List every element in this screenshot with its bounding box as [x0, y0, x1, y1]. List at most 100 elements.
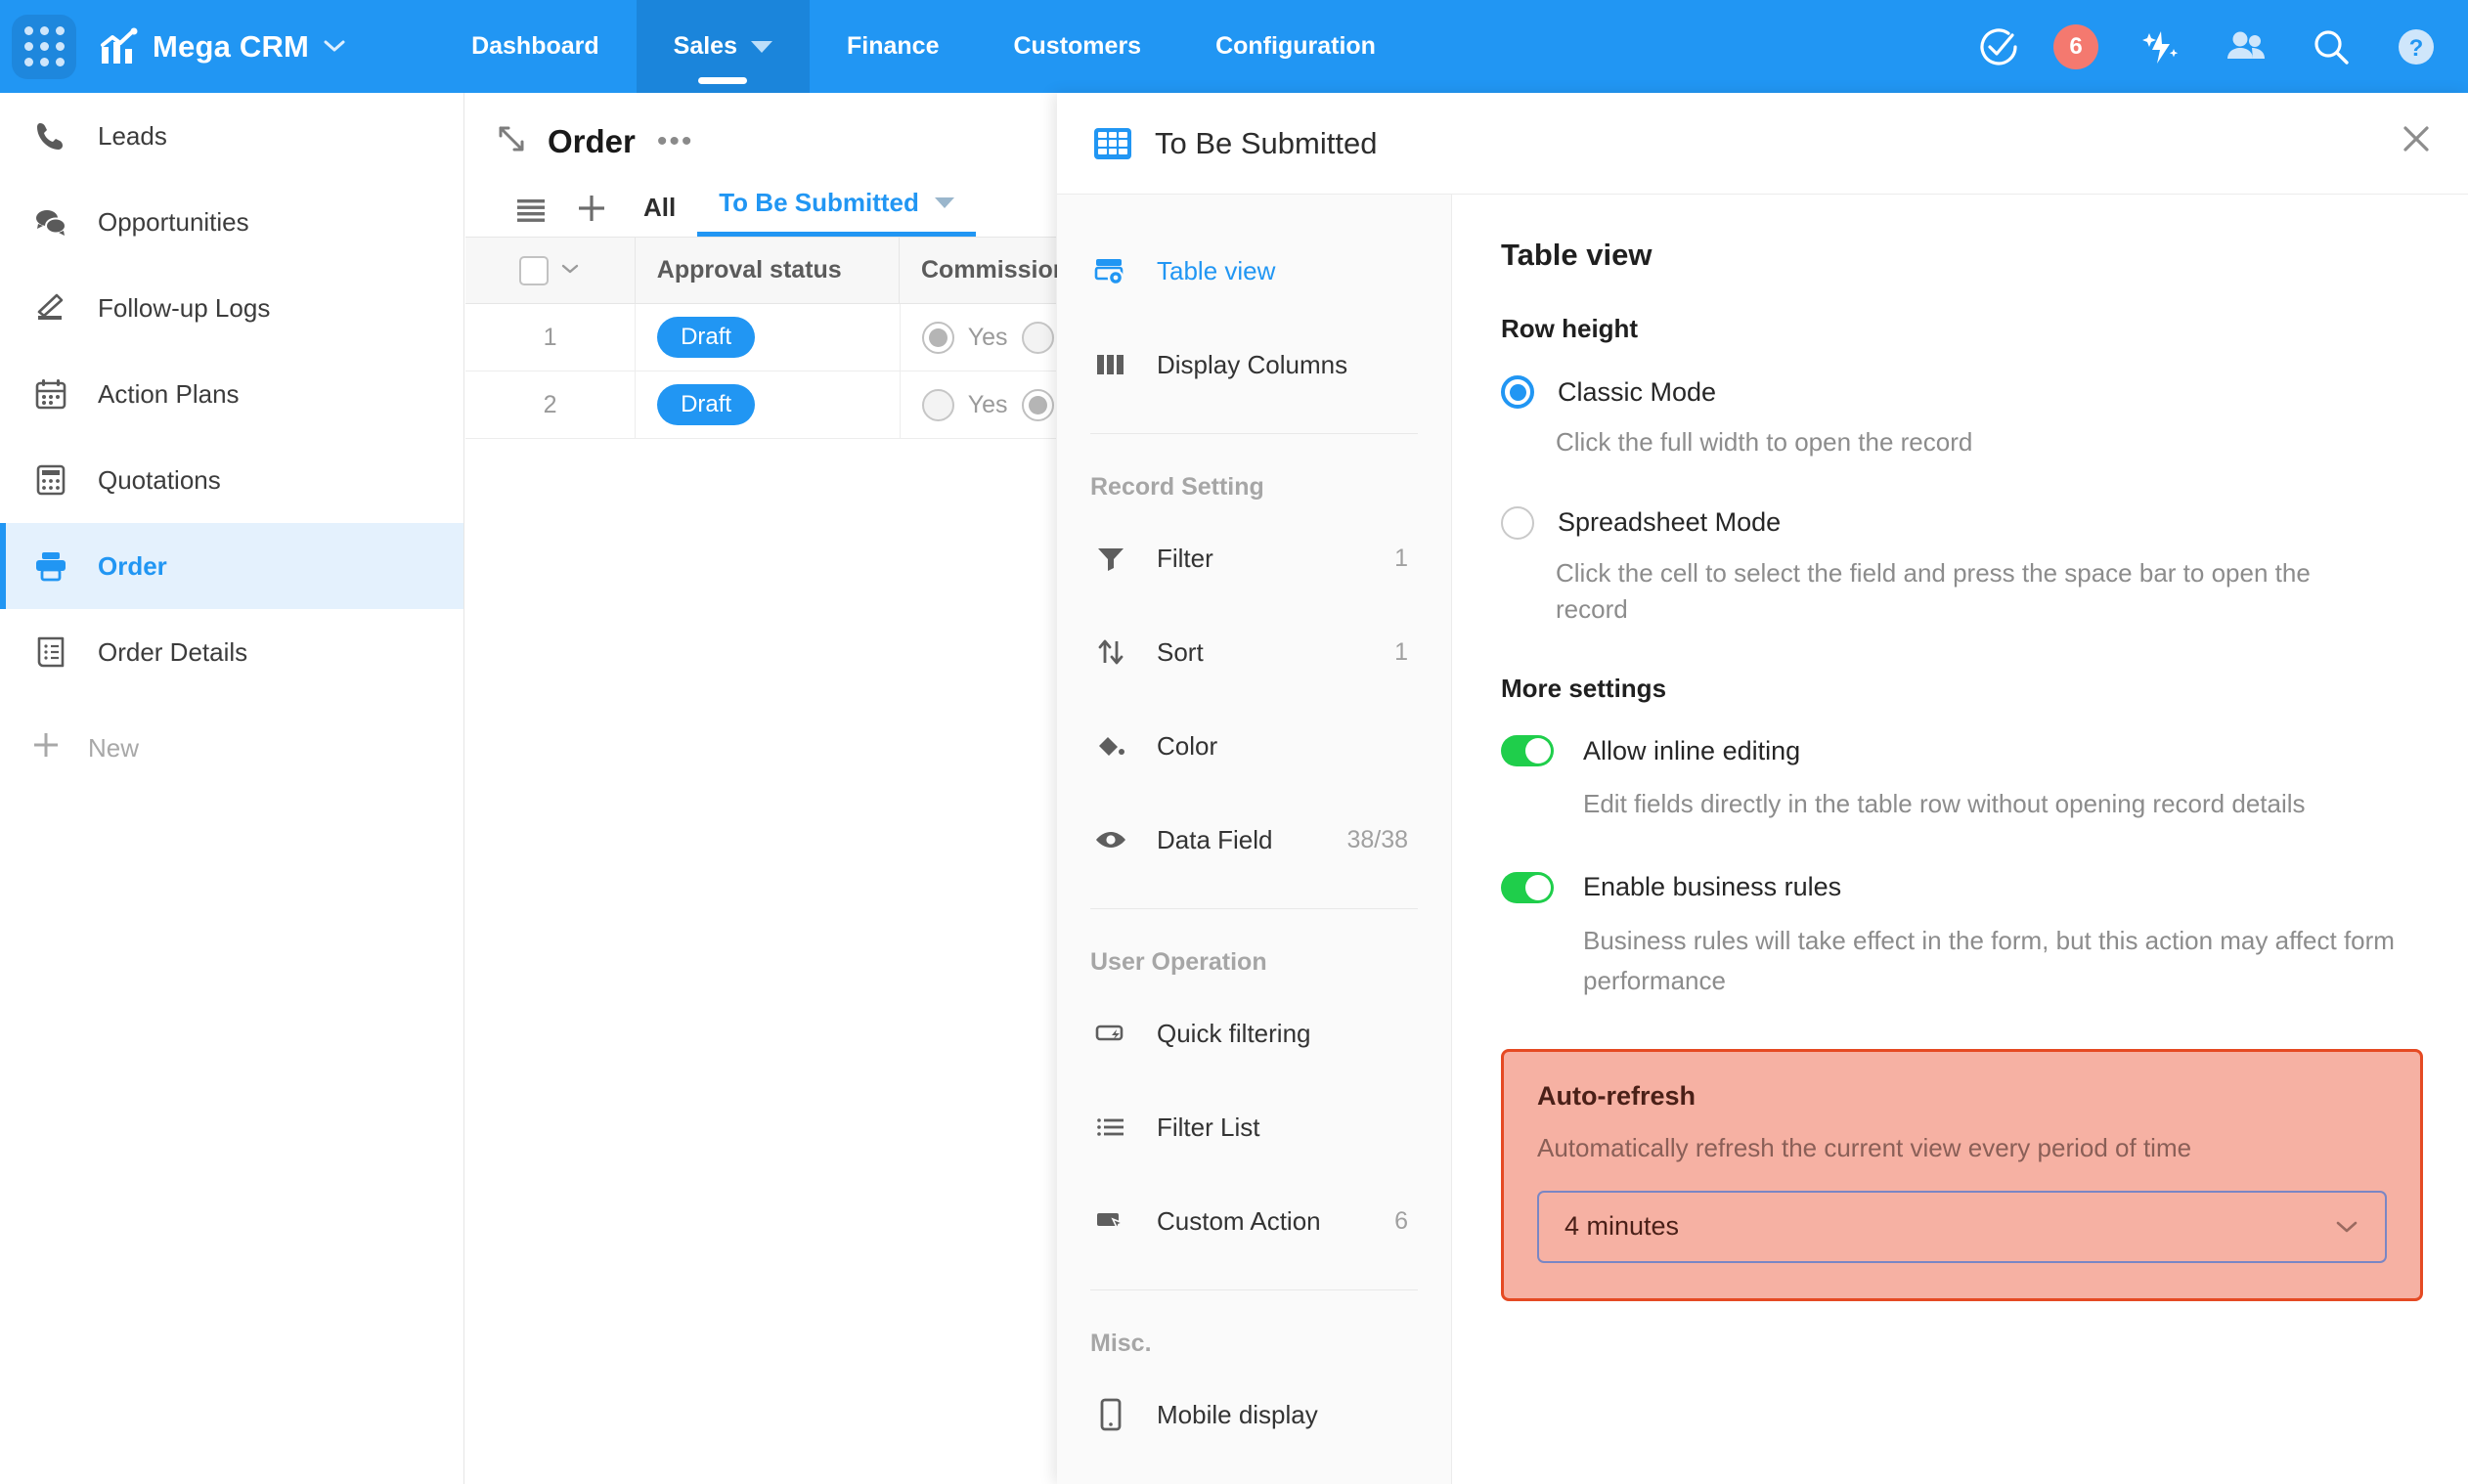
toggle-switch-on[interactable] [1501, 735, 1554, 767]
option-description: Click the full width to open the record [1556, 427, 1973, 457]
nav-tab-label: Dashboard [471, 32, 599, 60]
panel-nav-filter[interactable]: Filter 1 [1057, 511, 1451, 605]
grid-apps-icon[interactable] [12, 14, 76, 79]
panel-nav-label: Custom Action [1157, 1205, 1321, 1236]
panel-nav-color[interactable]: Color [1057, 699, 1451, 793]
chevron-down-icon[interactable] [2334, 1211, 2359, 1242]
auto-refresh-interval-select[interactable]: 4 minutes [1537, 1190, 2387, 1263]
panel-nav-label: Data Field [1157, 824, 1273, 854]
close-icon[interactable] [2400, 122, 2433, 164]
panel-nav-sort[interactable]: Sort 1 [1057, 605, 1451, 699]
ellipsis-icon[interactable]: ••• [657, 125, 694, 158]
sidebar-item-opportunities[interactable]: Opportunities [0, 179, 463, 265]
panel-nav-group-misc: Misc. [1090, 1330, 1152, 1357]
panel-nav-mobile-display[interactable]: Mobile display [1057, 1368, 1451, 1462]
table-row[interactable]: 1 Draft Yes [465, 304, 1056, 371]
radio-selected-icon[interactable] [1501, 375, 1534, 409]
help-icon[interactable]: ? [2394, 24, 2439, 69]
panel-nav-quick-filtering[interactable]: Quick filtering [1057, 986, 1451, 1080]
list-lines-icon [1090, 1115, 1131, 1139]
panel-nav-display-columns[interactable]: Display Columns [1057, 318, 1451, 412]
cell-commission[interactable]: Yes [901, 304, 1056, 371]
chevron-down-icon[interactable] [323, 34, 346, 60]
column-header-commission[interactable]: Commission [900, 238, 1068, 303]
sidebar-item-label: Quotations [98, 464, 221, 495]
sidebar-item-order[interactable]: Order [0, 523, 463, 609]
sidebar-new-button[interactable]: New [0, 705, 463, 791]
row-height-option-classic[interactable]: Classic Mode [1501, 375, 2423, 409]
topbar-actions: 6 ? [1977, 23, 2468, 69]
radio-empty-icon[interactable] [921, 388, 954, 421]
panel-nav-label: Filter [1157, 543, 1213, 573]
sidebar-item-leads[interactable]: Leads [0, 93, 463, 179]
toggle-label: Allow inline editing [1583, 735, 1801, 765]
ai-sparkle-icon[interactable] [2139, 25, 2182, 68]
brand[interactable]: Mega CRM [98, 27, 346, 66]
columns-icon [1090, 351, 1131, 378]
panel-title: To Be Submitted [1155, 125, 1378, 160]
toggle-switch-on[interactable] [1501, 871, 1554, 903]
column-header-approval-status[interactable]: Approval status [636, 238, 900, 303]
table-tab-all[interactable]: All [622, 193, 697, 237]
cell-approval-status[interactable]: Draft [636, 304, 901, 371]
table-toolbar: All To Be Submitted [465, 160, 1056, 237]
nav-tab-configuration[interactable]: Configuration [1178, 0, 1413, 93]
sidebar-item-label: Leads [98, 120, 167, 151]
list-menu-icon[interactable] [501, 196, 561, 237]
select-all-checkbox[interactable] [519, 255, 550, 285]
table-view-icon [1090, 256, 1131, 285]
tasks-badge[interactable]: 6 [2053, 23, 2098, 69]
row-height-option-spreadsheet[interactable]: Spreadsheet Mode [1501, 505, 2423, 540]
panel-nav-data-field[interactable]: Data Field 38/38 [1057, 793, 1451, 887]
option-label: Classic Mode [1558, 376, 1717, 407]
add-view-button[interactable] [561, 192, 622, 237]
status-badge: Draft [657, 384, 756, 425]
panel-nav-filter-list[interactable]: Filter List [1057, 1080, 1451, 1174]
toggle-label: Enable business rules [1583, 872, 1842, 902]
cell-approval-status[interactable]: Draft [636, 371, 901, 438]
radio-filled-icon[interactable] [1021, 388, 1054, 421]
auto-refresh-interval-value: 4 minutes [1565, 1211, 1680, 1242]
search-icon[interactable] [2310, 25, 2353, 68]
sidebar-item-label: Follow-up Logs [98, 292, 271, 323]
chevron-down-icon[interactable] [560, 259, 580, 282]
phone-icon [29, 118, 72, 153]
calendar-icon [29, 376, 72, 412]
check-circle-icon[interactable] [1977, 25, 2020, 68]
sidebar-item-quotations[interactable]: Quotations [0, 437, 463, 523]
sidebar-item-order-details[interactable]: Order Details [0, 609, 463, 695]
panel-nav-table-view[interactable]: Table view [1057, 224, 1451, 318]
table-area: Order ••• All To Be Submitted Approval s… [465, 93, 1068, 1484]
sidebar-item-label: Action Plans [98, 378, 240, 409]
table-tab-to-be-submitted[interactable]: To Be Submitted [697, 188, 976, 237]
cell-commission[interactable]: Yes [901, 371, 1056, 438]
sidebar-item-action-plans[interactable]: Action Plans [0, 351, 463, 437]
page-title: Order [548, 122, 636, 159]
sidebar-new-label: New [88, 732, 140, 763]
nav-tab-label: Customers [1013, 32, 1142, 60]
panel-nav: Table view Display Columns Record Settin… [1057, 195, 1452, 1484]
cursor-action-icon [1090, 1209, 1131, 1233]
toggle-enable-business-rules[interactable]: Enable business rules [1501, 871, 2423, 903]
radio-empty-icon[interactable] [1021, 321, 1054, 354]
printer-icon [29, 548, 72, 584]
panel-nav-group-record-setting: Record Setting [1090, 473, 1264, 501]
select-all-cell[interactable] [465, 238, 636, 303]
mobile-phone-icon [1090, 1398, 1131, 1431]
panel-nav-custom-action[interactable]: Custom Action 6 [1057, 1174, 1451, 1268]
radio-unselected-icon[interactable] [1501, 505, 1534, 540]
nav-tab-customers[interactable]: Customers [976, 0, 1178, 93]
sidebar-item-label: Order [98, 550, 167, 581]
sidebar-item-follow-up-logs[interactable]: Follow-up Logs [0, 265, 463, 351]
panel-nav-label: Color [1157, 730, 1218, 761]
nav-tab-finance[interactable]: Finance [810, 0, 976, 93]
nav-tab-sales[interactable]: Sales [636, 0, 810, 93]
people-icon[interactable] [2224, 25, 2269, 68]
radio-filled-icon[interactable] [921, 321, 954, 354]
chat-bubbles-icon [29, 204, 72, 240]
collapse-arrow-icon[interactable] [495, 122, 528, 160]
table-row[interactable]: 2 Draft Yes [465, 371, 1056, 439]
nav-tab-dashboard[interactable]: Dashboard [434, 0, 637, 93]
divider [1090, 1289, 1418, 1290]
toggle-allow-inline-editing[interactable]: Allow inline editing [1501, 735, 2423, 767]
